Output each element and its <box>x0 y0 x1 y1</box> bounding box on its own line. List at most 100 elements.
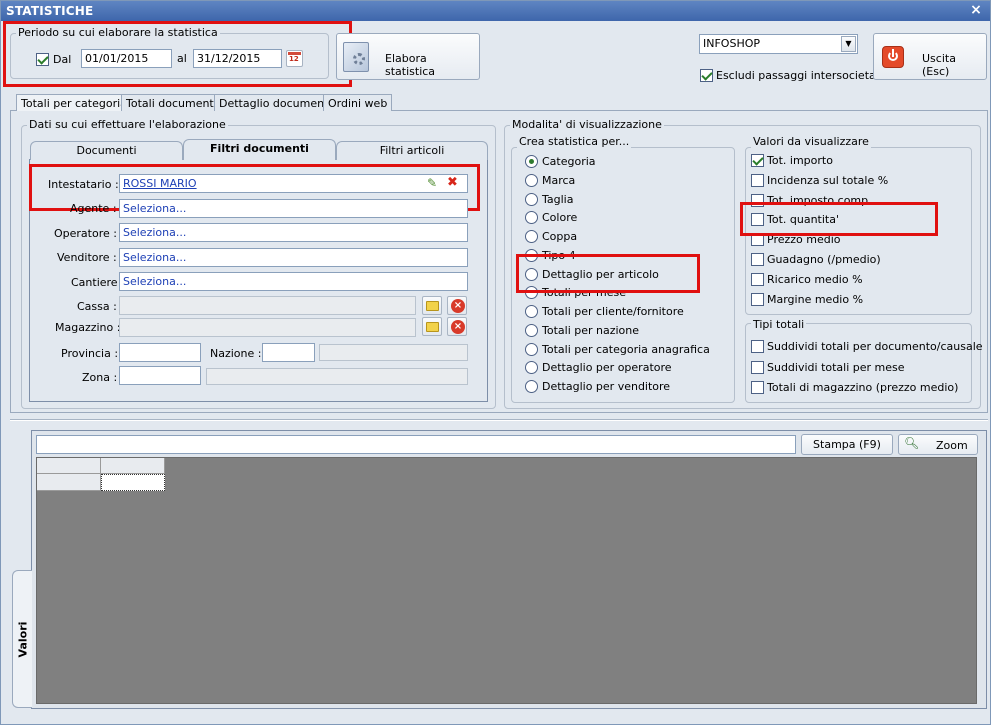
radio-option-label: Totali per categoria anagrafica <box>542 342 710 356</box>
highlight-period <box>3 21 352 87</box>
grid-header-cell <box>101 458 165 474</box>
value-checkbox-label: Guadagno (/pmedio) <box>767 253 881 266</box>
radio-option[interactable] <box>525 342 538 356</box>
radio-option[interactable] <box>525 323 538 337</box>
elabora-statistica-button[interactable]: Elabora statistica <box>336 33 480 80</box>
zona-label: Zona : <box>82 371 118 384</box>
value-checkbox-label: Ricarico medio % <box>767 272 863 286</box>
operatore-label: Operatore : <box>54 227 117 240</box>
side-tab-valori[interactable]: Valori <box>12 570 32 708</box>
tab-filtri-documenti[interactable]: Filtri documenti <box>183 139 336 160</box>
grid-header-corner <box>37 458 101 474</box>
cantiere-input[interactable]: Seleziona... <box>119 272 468 291</box>
totals-label: Tipi totali <box>751 318 807 331</box>
folder-icon <box>426 301 439 311</box>
create-by-label: Crea statistica per... <box>517 135 632 148</box>
results-grid[interactable] <box>36 457 977 704</box>
radio-option[interactable] <box>525 192 538 206</box>
highlight-dettaglio-articolo <box>516 254 700 293</box>
radio-option-label: Coppa <box>542 230 578 243</box>
total-checkbox[interactable] <box>751 381 764 394</box>
operatore-input[interactable]: Seleziona... <box>119 223 468 242</box>
highlight-tot-quantita <box>740 202 938 236</box>
magazzino-browse-button[interactable] <box>422 317 442 336</box>
cassa-browse-button[interactable] <box>422 296 442 315</box>
tab-filtri-articoli-label: Filtri articoli <box>379 144 445 157</box>
tab-documenti[interactable]: Documenti <box>30 141 183 160</box>
radio-option-label: Dettaglio per operatore <box>542 361 672 375</box>
elabora-label: Elabora statistica <box>385 52 436 78</box>
venditore-input[interactable]: Seleziona... <box>119 248 468 267</box>
exit-label: Uscita (Esc) <box>922 52 956 78</box>
zoom-label: Zoom <box>936 439 968 452</box>
total-checkbox[interactable] <box>751 340 764 353</box>
venditore-label: Venditore : <box>57 251 117 264</box>
value-checkbox-label: Margine medio % <box>767 292 864 306</box>
radio-option[interactable] <box>525 230 538 243</box>
radio-option-label: Colore <box>542 211 578 225</box>
print-button[interactable]: Stampa (F9) <box>801 434 893 455</box>
radio-option[interactable] <box>525 173 538 187</box>
title-bar: STATISTICHE × <box>1 1 990 21</box>
total-checkbox-label: Suddividi totali per mese <box>767 360 905 374</box>
zona-desc-input <box>206 368 468 385</box>
nazione-label: Nazione : <box>210 347 262 360</box>
value-checkbox-label: Tot. importo <box>767 154 833 167</box>
delete-icon: × <box>451 320 465 334</box>
results-search-input[interactable] <box>36 435 796 454</box>
radio-option-label: Totali per cliente/fornitore <box>542 305 684 318</box>
cassa-clear-button[interactable]: × <box>447 296 467 315</box>
folder-icon <box>426 322 439 332</box>
radio-option-label: Categoria <box>542 155 596 168</box>
total-checkbox-label: Totali di magazzino (prezzo medio) <box>767 381 959 394</box>
tab-ordini-web[interactable]: Ordini web <box>323 94 393 111</box>
company-select[interactable]: INFOSHOP ▼ <box>699 34 858 54</box>
tab-totali-documenti[interactable]: Totali documenti <box>121 94 222 111</box>
tab-documenti-label: Documenti <box>76 144 137 157</box>
zona-input[interactable] <box>119 366 201 385</box>
magazzino-label: Magazzino : <box>55 321 121 334</box>
provincia-label: Provincia : <box>61 347 119 360</box>
value-checkbox[interactable] <box>751 292 764 306</box>
radio-option-label: Taglia <box>542 192 574 206</box>
magazzino-input <box>119 318 416 337</box>
chevron-down-icon[interactable]: ▼ <box>841 36 856 52</box>
total-checkbox[interactable] <box>751 360 764 374</box>
agente-input[interactable]: Seleziona... <box>119 199 468 218</box>
power-icon <box>882 45 904 68</box>
radio-option-label: Dettaglio per venditore <box>542 380 671 393</box>
tab-dettaglio-documenti[interactable]: Dettaglio documenti <box>214 94 337 111</box>
process-icon <box>343 41 369 72</box>
tab-totali-categoria[interactable]: Totali per categoria <box>16 94 132 111</box>
magazzino-clear-button[interactable]: × <box>447 317 467 336</box>
radio-option-label: Marca <box>542 173 576 187</box>
value-checkbox[interactable] <box>751 272 764 286</box>
radio-option[interactable] <box>525 305 538 318</box>
exclude-intercompany-label: Escludi passaggi intersocietari <box>716 69 884 82</box>
value-checkbox[interactable] <box>751 154 764 167</box>
tab-filtri-documenti-label: Filtri documenti <box>210 142 309 155</box>
filters-group-label: Dati su cui effettuare l'elaborazione <box>27 118 228 131</box>
zoom-button[interactable]: 🔍︎ Zoom <box>898 434 978 455</box>
cassa-input <box>119 296 416 315</box>
grid-cell[interactable] <box>101 474 165 491</box>
radio-option[interactable] <box>525 380 538 393</box>
zoom-icon: 🔍︎ <box>904 436 920 450</box>
exclude-intercompany-checkbox[interactable] <box>700 69 713 82</box>
grid-row-header <box>37 474 101 491</box>
nazione-desc-input <box>319 344 468 361</box>
exit-button[interactable]: Uscita (Esc) <box>873 33 987 80</box>
value-checkbox[interactable] <box>751 173 764 187</box>
cassa-label: Cassa : <box>77 300 117 313</box>
radio-option-label: Totali per nazione <box>542 323 640 337</box>
tab-filtri-articoli[interactable]: Filtri articoli <box>336 141 488 160</box>
value-checkbox[interactable] <box>751 253 764 266</box>
value-checkbox-label: Incidenza sul totale % <box>767 173 889 187</box>
separator-line <box>10 419 988 421</box>
provincia-input[interactable] <box>119 343 201 362</box>
nazione-input[interactable] <box>262 343 315 362</box>
side-tab-label: Valori <box>16 621 30 658</box>
statistics-window: STATISTICHE × Periodo su cui elaborare l… <box>0 0 991 725</box>
close-icon[interactable]: × <box>970 2 982 18</box>
radio-option[interactable] <box>525 155 538 168</box>
